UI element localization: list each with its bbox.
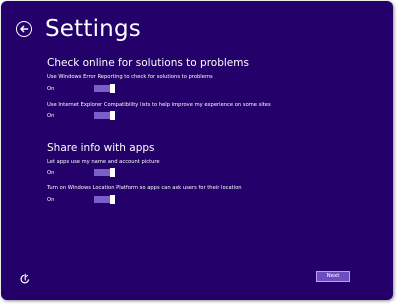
toggle-error-reporting[interactable] (94, 84, 115, 93)
page-title: Settings (45, 16, 141, 42)
toggle-ie-compatibility[interactable] (94, 111, 115, 120)
section-heading-share-info: Share info with apps (47, 142, 155, 154)
setting-label-name-account-picture: Let apps use my name and account picture (47, 159, 160, 165)
next-button[interactable]: Next (316, 271, 350, 282)
setting-label-ie-compatibility: Use Internet Explorer Compatibility list… (47, 102, 271, 108)
back-arrow-icon[interactable] (16, 21, 32, 37)
setting-state-error-reporting: On (47, 86, 55, 92)
setup-window: Settings Check online for solutions to p… (1, 1, 393, 300)
setting-label-error-reporting: Use Windows Error Reporting to check for… (47, 74, 213, 80)
setting-state-location-platform: On (47, 197, 55, 203)
setting-state-ie-compatibility: On (47, 113, 55, 119)
ease-of-access-icon[interactable] (19, 270, 31, 284)
toggle-location-platform[interactable] (94, 195, 115, 204)
toggle-thumb[interactable] (110, 111, 115, 120)
setting-label-location-platform: Turn on Windows Location Platform so app… (47, 185, 242, 191)
toggle-thumb[interactable] (110, 84, 115, 93)
toggle-thumb[interactable] (110, 168, 115, 177)
toggle-thumb[interactable] (110, 195, 115, 204)
toggle-name-account-picture[interactable] (94, 168, 115, 177)
setting-state-name-account-picture: On (47, 170, 55, 176)
section-heading-solutions: Check online for solutions to problems (47, 57, 249, 69)
